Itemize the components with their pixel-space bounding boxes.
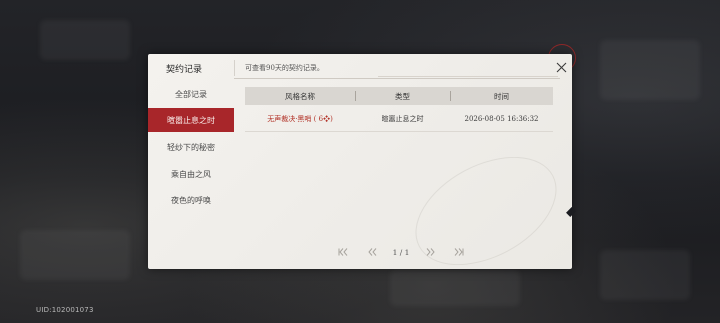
prev-page-button[interactable] xyxy=(365,245,379,259)
dialog-hint: 可查看90天的契约记录。 xyxy=(245,64,324,72)
sidebar-item-banner-4[interactable]: 夜色的呼唤 xyxy=(148,188,234,212)
dialog-title: 契约记录 xyxy=(166,65,203,75)
column-header-type: 类型 xyxy=(395,91,410,101)
column-header-name: 风格名称 xyxy=(285,91,315,101)
close-icon xyxy=(556,62,566,72)
sidebar-item-label: 乘自由之风 xyxy=(171,169,211,179)
last-page-icon xyxy=(454,248,464,256)
first-page-button[interactable] xyxy=(336,245,350,259)
sidebar-item-all[interactable]: 全部记录 xyxy=(148,82,234,106)
cell-type: 暄嚣止息之时 xyxy=(381,115,424,123)
sidebar-item-banner-1[interactable]: 暄嚣止息之时 xyxy=(148,108,234,132)
header-rule-accent xyxy=(378,76,558,77)
table-row: 无声裁决·黑哨 ( 6❖) 暄嚣止息之时 2026-08-05 16:36:32 xyxy=(245,110,553,128)
cell-time: 2026-08-05 16:36:32 xyxy=(464,115,539,123)
contract-record-dialog: 契约记录 可查看90天的契约记录。 全部记录 暄嚣止息之时 轻纱下的秘密 乘自由… xyxy=(148,54,572,269)
cell-style-name: 无声裁决·黑哨 ( 6❖) xyxy=(267,115,333,123)
table-header: 风格名称 类型 时间 xyxy=(245,87,553,105)
page-indicator: 1 / 1 xyxy=(392,247,410,257)
sidebar-item-banner-3[interactable]: 乘自由之风 xyxy=(148,162,234,186)
close-button[interactable] xyxy=(552,58,570,76)
last-page-button[interactable] xyxy=(452,245,466,259)
bg-shape xyxy=(600,250,690,300)
row-divider xyxy=(245,131,553,132)
sidebar-item-label: 暄嚣止息之时 xyxy=(167,115,215,125)
prev-page-icon xyxy=(368,248,377,256)
header-divider xyxy=(234,60,235,76)
next-page-icon xyxy=(426,248,435,256)
sidebar-item-label: 夜色的呼唤 xyxy=(171,195,211,205)
uid-label: UID:102001073 xyxy=(36,306,94,314)
bg-shape xyxy=(40,20,130,60)
sidebar-item-label: 全部记录 xyxy=(175,89,207,99)
bg-shape xyxy=(20,230,130,280)
sidebar-item-label: 轻纱下的秘密 xyxy=(167,142,215,152)
column-header-time: 时间 xyxy=(494,91,509,101)
bg-shape xyxy=(600,40,700,100)
bg-shape xyxy=(390,270,520,306)
sidebar-item-banner-2[interactable]: 轻纱下的秘密 xyxy=(148,135,234,159)
first-page-icon xyxy=(338,248,348,256)
dialog-header: 契约记录 可查看90天的契约记录。 xyxy=(148,54,572,81)
pagination: 1 / 1 xyxy=(336,245,466,259)
sidebar: 全部记录 暄嚣止息之时 轻纱下的秘密 乘自由之风 夜色的呼唤 xyxy=(148,81,234,269)
header-rule xyxy=(234,78,560,79)
next-page-button[interactable] xyxy=(424,245,438,259)
